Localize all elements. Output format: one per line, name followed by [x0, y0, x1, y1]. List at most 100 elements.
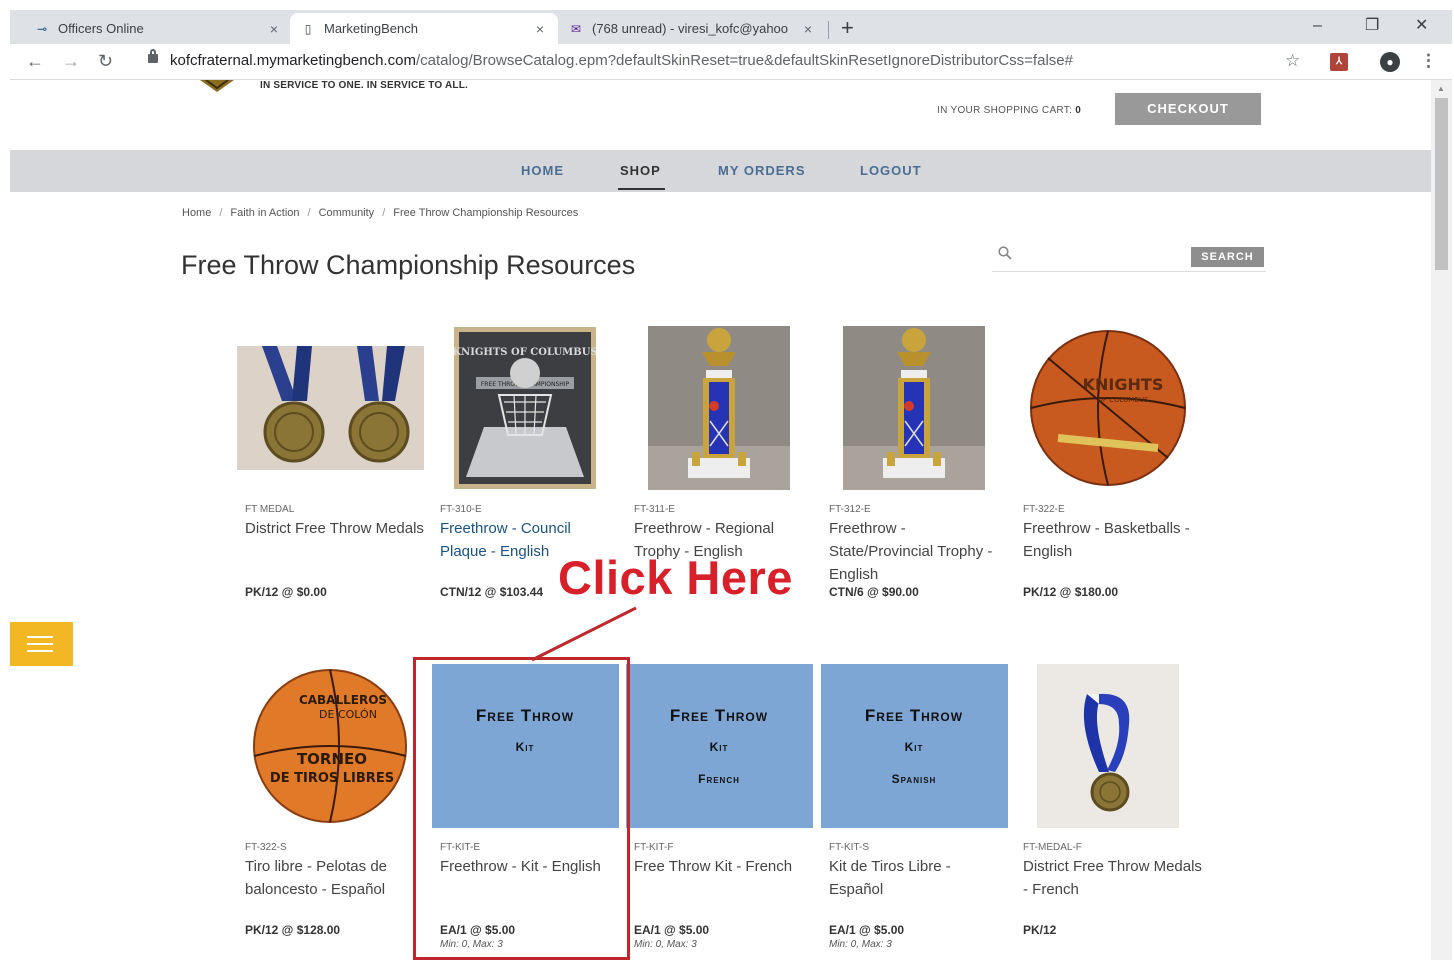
product-card[interactable]: CABALLEROS DE COLÓN TORNEO DE TIROS LIBR…	[235, 662, 425, 937]
tab-officers-online[interactable]: ⊸ Officers Online ×	[24, 13, 292, 44]
close-tab-icon[interactable]: ×	[266, 21, 282, 37]
product-price: PK/12 @ $0.00	[245, 585, 327, 599]
breadcrumb-separator: /	[307, 207, 311, 219]
page-viewport: IN SERVICE TO ONE. IN SERVICE TO ALL. IN…	[10, 80, 1431, 960]
breadcrumb-faith-in-action[interactable]: Faith in Action	[230, 207, 299, 219]
active-nav-indicator	[618, 188, 665, 190]
bookmark-star-icon[interactable]: ☆	[1285, 51, 1300, 71]
scroll-up-icon[interactable]: ▲	[1437, 84, 1445, 93]
ball-text: KNIGHTS	[1083, 375, 1164, 394]
product-name[interactable]: Free Throw Kit - French	[624, 855, 814, 923]
product-card[interactable]: Free Throw Kit French FT-KIT-F Free Thro…	[624, 662, 814, 950]
ball-text: OF COLUMBUS	[1097, 396, 1149, 404]
new-tab-button[interactable]: +	[841, 15, 854, 41]
trophy-photo	[843, 326, 985, 490]
product-name[interactable]: Tiro libre - Pelotas de baloncesto - Esp…	[235, 855, 425, 923]
profile-icon[interactable]: ●	[1380, 52, 1400, 72]
search-input[interactable]: SEARCH	[992, 242, 1266, 272]
product-image-kit-spanish[interactable]: Free Throw Kit Spanish	[819, 662, 1009, 830]
product-price: PK/12	[1023, 923, 1057, 937]
product-sku: FT-KIT-F	[634, 842, 674, 853]
site-tagline: IN SERVICE TO ONE. IN SERVICE TO ALL.	[260, 80, 468, 91]
product-name[interactable]: District Free Throw Medals - French	[1013, 855, 1203, 923]
kit-tile: Free Throw Kit French	[625, 664, 813, 828]
cart-status: IN YOUR SHOPPING CART: 0	[937, 105, 1081, 116]
forward-icon[interactable]: →	[62, 50, 80, 72]
ball-text: DE COLÓN	[319, 708, 377, 721]
cart-label: IN YOUR SHOPPING CART:	[937, 105, 1073, 116]
kit-tile-title: Free Throw	[864, 706, 964, 725]
product-price: CTN/6 @ $90.00	[829, 585, 919, 599]
basketball-photo: CABALLEROS DE COLÓN TORNEO DE TIROS LIBR…	[253, 669, 407, 823]
pdf-extension-icon[interactable]: ⅄	[1330, 53, 1348, 71]
product-image-state-trophy[interactable]	[819, 324, 1009, 492]
url-field[interactable]: kofcfraternal.mymarketingbench.com/catal…	[170, 52, 1073, 69]
product-image-basketball-english[interactable]: KNIGHTS OF COLUMBUS	[1013, 324, 1203, 492]
product-image-plaque[interactable]: KNIGHTS OF COLUMBUS FREE THROW CHAMPIONS…	[430, 324, 620, 492]
product-card[interactable]: FT-MEDAL-F District Free Throw Medals - …	[1013, 662, 1203, 937]
product-min-max: Min: 0, Max: 3	[829, 939, 892, 950]
side-menu-toggle[interactable]	[10, 622, 73, 666]
logo-icon	[200, 80, 234, 92]
product-name[interactable]: Kit de Tiros Libre - Español	[819, 855, 1009, 923]
breadcrumb-community[interactable]: Community	[319, 207, 375, 219]
kit-tile-language: Spanish	[891, 772, 937, 786]
restore-button[interactable]: ❐	[1365, 15, 1379, 37]
menu-icon-bar	[27, 643, 53, 645]
page-scrollbar[interactable]: ▲	[1431, 80, 1452, 960]
plaque-text: KNIGHTS OF COLUMBUS	[454, 347, 596, 358]
nav-shop[interactable]: SHOP	[620, 163, 661, 178]
tab-yahoo-mail[interactable]: ✉ (768 unread) - viresi_kofc@yahoo ×	[558, 13, 826, 44]
medal-photo	[1037, 664, 1179, 828]
nav-my-orders[interactable]: MY ORDERS	[718, 163, 806, 178]
tab-title: Officers Online	[58, 21, 144, 36]
product-name[interactable]: Freethrow - Basketballs - English	[1013, 517, 1203, 585]
menu-icon-bar	[27, 650, 53, 652]
close-tab-icon[interactable]: ×	[532, 21, 548, 37]
ball-text: DE TIROS LIBRES	[270, 771, 394, 786]
product-image-regional-trophy[interactable]	[624, 324, 814, 492]
back-icon[interactable]: ←	[26, 50, 44, 72]
breadcrumb: Home / Faith in Action / Community / Free Thro…	[182, 207, 578, 219]
breadcrumb-home[interactable]: Home	[182, 207, 211, 219]
breadcrumb-separator: /	[382, 207, 386, 219]
product-card[interactable]: FT MEDAL District Free Throw Medals PK/1…	[235, 324, 425, 599]
scrollbar-thumb[interactable]	[1435, 98, 1448, 270]
nav-logout[interactable]: LOGOUT	[860, 163, 922, 178]
product-price: PK/12 @ $128.00	[245, 923, 341, 937]
menu-icon[interactable]: ⋮	[1420, 51, 1437, 71]
product-image-medals[interactable]	[235, 324, 425, 492]
url-path: /catalog/BrowseCatalog.epm?defaultSkinRe…	[415, 52, 1073, 69]
ball-text: CABALLEROS	[299, 693, 387, 707]
basketball-photo: KNIGHTS OF COLUMBUS	[1030, 330, 1186, 486]
checkout-button[interactable]: CHECKOUT	[1115, 93, 1261, 125]
product-card[interactable]: KNIGHTS OF COLUMBUS FT-322-E Freethrow -…	[1013, 324, 1203, 599]
reload-icon[interactable]: ↻	[98, 50, 113, 72]
close-tab-icon[interactable]: ×	[800, 21, 816, 37]
kit-tile: Free Throw Kit Spanish	[820, 664, 1008, 828]
kit-tile-subtitle: Kit	[904, 740, 924, 754]
product-card[interactable]: Free Throw Kit Spanish FT-KIT-S Kit de T…	[819, 662, 1009, 950]
product-image-kit-french[interactable]: Free Throw Kit French	[624, 662, 814, 830]
product-name[interactable]: District Free Throw Medals	[235, 517, 425, 585]
medal-photo	[236, 346, 424, 470]
product-card[interactable]: FT-312-E Freethrow - State/Provincial Tr…	[819, 324, 1009, 599]
tab-marketingbench[interactable]: ▯ MarketingBench ×	[290, 13, 558, 44]
product-sku: FT-KIT-S	[829, 842, 869, 853]
product-card[interactable]: FT-311-E Freethrow - Regional Trophy - E…	[624, 324, 814, 585]
kit-tile-subtitle: Kit	[709, 740, 729, 754]
product-price: PK/12 @ $180.00	[1023, 585, 1119, 599]
address-bar: ← → ↻ kofcfraternal.mymarketingbench.com…	[10, 44, 1452, 80]
search-button[interactable]: SEARCH	[1191, 247, 1264, 267]
minimize-button[interactable]: –	[1313, 15, 1322, 37]
product-price: EA/1 @ $5.00	[829, 923, 905, 937]
product-image-medal-french[interactable]	[1013, 662, 1203, 830]
nav-home[interactable]: HOME	[521, 163, 564, 178]
product-min-max: Min: 0, Max: 3	[634, 939, 697, 950]
lock-icon	[148, 49, 158, 63]
product-image-basketball-spanish[interactable]: CABALLEROS DE COLÓN TORNEO DE TIROS LIBR…	[235, 662, 425, 830]
close-window-button[interactable]: ✕	[1415, 15, 1428, 37]
main-navigation: HOME SHOP MY ORDERS LOGOUT	[10, 150, 1431, 192]
product-name[interactable]: Freethrow - State/Provincial Trophy - En…	[819, 517, 1009, 585]
key-icon: ⊸	[36, 21, 48, 36]
